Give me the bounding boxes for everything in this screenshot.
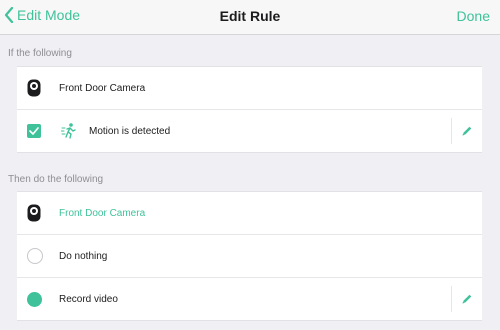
checkmark-icon (29, 127, 39, 135)
camera-icon (27, 204, 41, 222)
pencil-icon (462, 294, 472, 304)
motion-person-icon (61, 123, 76, 139)
pencil-icon (462, 126, 472, 136)
trigger-section-header: If the following (8, 48, 72, 59)
condition-label: Motion is detected (89, 125, 171, 137)
action-section-header: Then do the following (8, 174, 104, 185)
trigger-group: Front Door Camera Motion is detected (17, 66, 482, 153)
camera-icon (27, 79, 41, 97)
edit-condition-button[interactable] (451, 118, 482, 144)
trigger-condition-row[interactable]: Motion is detected (17, 109, 482, 152)
action-group: Front Door Camera Do nothing Record vide… (17, 191, 482, 321)
radio-do-nothing[interactable] (27, 248, 43, 264)
done-button[interactable]: Done (457, 8, 490, 24)
action-option-record-video[interactable]: Record video (17, 277, 482, 320)
navigation-bar: Edit Mode Edit Rule Done (0, 0, 500, 35)
edit-action-button[interactable] (451, 286, 482, 312)
radio-record-video[interactable] (27, 291, 42, 307)
trigger-device-name: Front Door Camera (59, 82, 146, 94)
action-device-name: Front Door Camera (59, 207, 146, 219)
option-label: Record video (59, 293, 118, 305)
action-device-row[interactable]: Front Door Camera (17, 192, 482, 234)
trigger-device-row[interactable]: Front Door Camera (17, 67, 482, 109)
condition-checkbox[interactable] (27, 124, 41, 138)
option-label: Do nothing (59, 250, 108, 262)
page-title: Edit Rule (219, 8, 281, 24)
action-option-do-nothing[interactable]: Do nothing (17, 234, 482, 277)
